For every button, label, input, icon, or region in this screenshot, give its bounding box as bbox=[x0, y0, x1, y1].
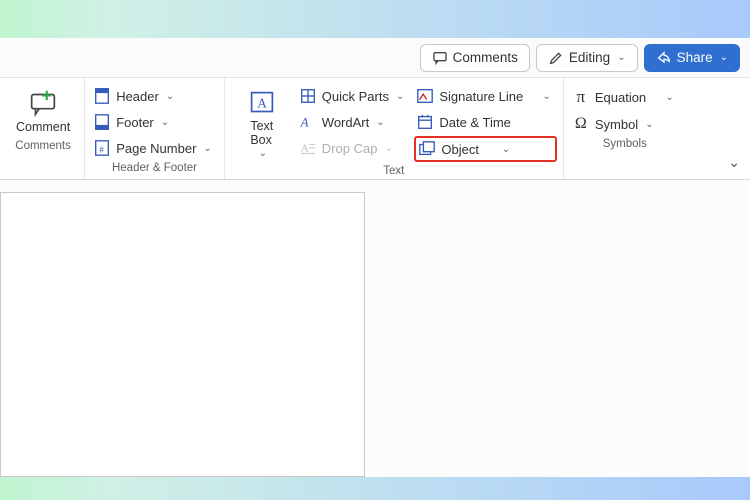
collapse-ribbon-button[interactable]: ⌄ bbox=[728, 154, 740, 171]
equation-button[interactable]: π Equation ⌄ bbox=[570, 84, 680, 110]
object-button[interactable]: Object ⌄ bbox=[414, 136, 556, 162]
new-comment-icon bbox=[26, 88, 60, 118]
word-ribbon-window: Comments Editing ⌄ Share ⌄ bbox=[0, 38, 750, 477]
group-text: A Text Box ⌄ Quick Parts⌄ A WordArt⌄ bbox=[224, 78, 563, 179]
object-icon bbox=[418, 140, 436, 158]
svg-text:A: A bbox=[301, 143, 309, 155]
chevron-down-icon: ⌄ bbox=[396, 91, 404, 102]
text-box-label: Text Box bbox=[250, 120, 273, 148]
group-label: Text bbox=[383, 165, 404, 177]
signature-icon bbox=[416, 87, 434, 105]
document-page[interactable] bbox=[0, 192, 365, 477]
chevron-down-icon: ⌄ bbox=[203, 143, 211, 154]
header-icon bbox=[93, 87, 111, 105]
drop-cap-button: A Drop Cap⌄ bbox=[297, 136, 411, 160]
pi-icon: π bbox=[572, 87, 590, 107]
signature-line-button[interactable]: Signature Line ⌄ bbox=[414, 84, 556, 108]
share-icon bbox=[656, 50, 672, 66]
chevron-down-icon: ⌄ bbox=[259, 148, 267, 159]
chevron-down-icon: ⌄ bbox=[720, 52, 728, 63]
svg-text:#: # bbox=[99, 146, 104, 155]
editing-button[interactable]: Editing ⌄ bbox=[536, 44, 638, 72]
chevron-down-icon: ⌄ bbox=[384, 143, 392, 154]
drop-cap-icon: A bbox=[299, 139, 317, 157]
chevron-down-icon: ⌄ bbox=[728, 154, 740, 170]
chevron-down-icon: ⌄ bbox=[645, 119, 653, 130]
footer-button[interactable]: Footer⌄ bbox=[91, 110, 218, 134]
title-bar-actions: Comments Editing ⌄ Share ⌄ bbox=[0, 38, 750, 78]
comment-button[interactable]: Comment bbox=[8, 84, 78, 138]
date-time-button[interactable]: Date & Time bbox=[414, 110, 556, 134]
comments-label: Comments bbox=[453, 50, 518, 65]
page-number-button[interactable]: # Page Number⌄ bbox=[91, 136, 218, 160]
svg-text:A: A bbox=[257, 96, 267, 111]
date-time-icon bbox=[416, 113, 434, 131]
group-comments: Comment Comments bbox=[2, 78, 84, 179]
text-box-button[interactable]: A Text Box ⌄ bbox=[231, 84, 293, 163]
quick-parts-icon bbox=[299, 87, 317, 105]
wordart-icon: A bbox=[299, 113, 317, 131]
chevron-down-icon: ⌄ bbox=[502, 144, 510, 155]
group-label: Header & Footer bbox=[112, 162, 197, 174]
document-area bbox=[0, 180, 750, 477]
share-button[interactable]: Share ⌄ bbox=[644, 44, 740, 72]
chevron-down-icon: ⌄ bbox=[542, 91, 550, 102]
quick-parts-button[interactable]: Quick Parts⌄ bbox=[297, 84, 411, 108]
chevron-down-icon: ⌄ bbox=[161, 117, 169, 128]
page-number-icon: # bbox=[93, 139, 111, 157]
group-label: Comments bbox=[15, 140, 71, 152]
symbol-button[interactable]: Ω Symbol⌄ bbox=[570, 112, 680, 136]
chevron-down-icon: ⌄ bbox=[617, 52, 625, 63]
group-symbols: π Equation ⌄ Ω Symbol⌄ Symbols bbox=[563, 78, 686, 179]
editing-label: Editing bbox=[569, 50, 610, 65]
footer-icon bbox=[93, 113, 111, 131]
pencil-icon bbox=[548, 50, 564, 66]
ribbon: Comment Comments Header⌄ Footer⌄ # bbox=[0, 78, 750, 180]
comment-bubble-icon bbox=[432, 50, 448, 66]
text-box-icon: A bbox=[245, 88, 279, 118]
chevron-down-icon: ⌄ bbox=[166, 91, 174, 102]
header-button[interactable]: Header⌄ bbox=[91, 84, 218, 108]
omega-icon: Ω bbox=[572, 115, 590, 133]
comment-label: Comment bbox=[16, 120, 70, 134]
comments-button[interactable]: Comments bbox=[420, 44, 530, 72]
group-header-footer: Header⌄ Footer⌄ # Page Number⌄ Header & … bbox=[84, 78, 224, 179]
group-label: Symbols bbox=[603, 138, 647, 150]
svg-text:A: A bbox=[300, 116, 309, 130]
chevron-down-icon: ⌄ bbox=[665, 92, 673, 103]
wordart-button[interactable]: A WordArt⌄ bbox=[297, 110, 411, 134]
chevron-down-icon: ⌄ bbox=[376, 117, 384, 128]
share-label: Share bbox=[677, 50, 713, 65]
